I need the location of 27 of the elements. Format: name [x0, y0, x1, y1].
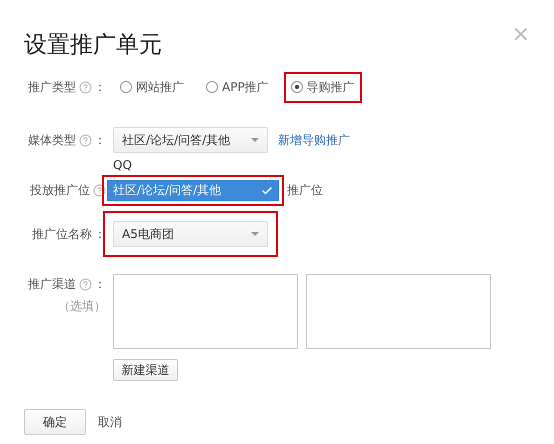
- add-link[interactable]: 新增导购推广: [278, 127, 350, 153]
- radio-option[interactable]: 导购推广: [290, 78, 355, 96]
- new-channel-button[interactable]: 新建渠道: [113, 359, 178, 381]
- placement-name-select[interactable]: A5电商团: [113, 221, 268, 247]
- cancel-link[interactable]: 取消: [98, 414, 122, 430]
- field-label: 媒体类型: [28, 132, 76, 148]
- channel-list-box[interactable]: [113, 274, 298, 349]
- confirm-button[interactable]: 确定: [24, 409, 86, 435]
- radio-option[interactable]: 网站推广: [120, 78, 184, 96]
- field-label: 推广位名称: [32, 226, 92, 242]
- dropdown-option[interactable]: 社区/论坛/问答/其他: [107, 180, 279, 201]
- optional-note: （选填）: [58, 298, 106, 315]
- label-colon: ：: [94, 226, 106, 242]
- caret-icon: [251, 138, 259, 142]
- channel-list-box[interactable]: [306, 274, 491, 349]
- label-colon: ：: [94, 132, 106, 148]
- dialog-title: 设置推广单元: [24, 31, 162, 60]
- field-label: 投放推广位: [30, 182, 90, 198]
- field-label: 推广类型: [28, 78, 76, 96]
- field-label: 推广渠道: [28, 276, 76, 292]
- help-icon[interactable]: [93, 184, 106, 196]
- caret-icon: [251, 232, 259, 236]
- radio-option[interactable]: APP推广: [206, 78, 269, 96]
- placement-link-text: 推广位: [287, 182, 323, 199]
- label-colon: ：: [94, 276, 106, 292]
- check-icon: [261, 184, 273, 196]
- label-colon: ：: [94, 78, 106, 96]
